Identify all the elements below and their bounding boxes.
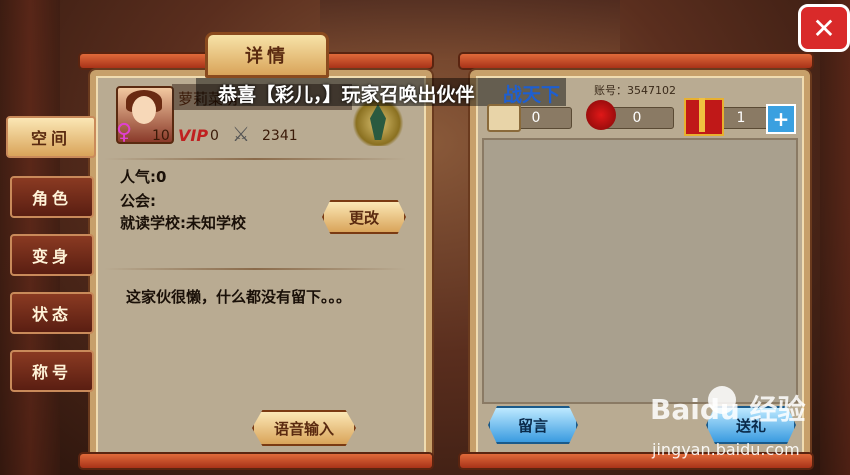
player-level: 10 — [152, 128, 170, 144]
tab-character[interactable]: 角色 — [10, 176, 94, 218]
change-button[interactable]: 更改 — [322, 200, 406, 234]
announcement-highlight[interactable]: 战天下 — [503, 80, 560, 107]
rose-icon — [586, 100, 616, 130]
scroll-icon — [487, 104, 521, 132]
message-list[interactable] — [482, 138, 798, 404]
close-icon: ✕ — [812, 11, 836, 45]
leave-message-button[interactable]: 留言 — [488, 406, 578, 444]
left-panel-bottom-bar — [80, 454, 432, 468]
panel-title: 详情 — [205, 32, 329, 78]
vip-level: 0 — [210, 128, 219, 144]
popularity: 人气:0 — [120, 168, 167, 186]
school: 就读学校:未知学校 — [120, 214, 246, 232]
signature-text: 这家伙很懒，什么都没有留下。。。 — [126, 288, 352, 306]
guild: 公会: — [120, 192, 156, 210]
voice-input-button[interactable]: 语音输入 — [252, 410, 356, 446]
sword-icon: ⚔ — [232, 122, 250, 146]
right-panel-top-bar — [460, 54, 812, 68]
combat-power: 2341 — [262, 128, 298, 144]
close-button[interactable]: ✕ — [798, 4, 850, 52]
watermark-brand: Baidu 经验 — [650, 393, 806, 426]
tab-space[interactable]: 空间 — [6, 116, 96, 158]
plus-icon[interactable]: + — [766, 104, 796, 134]
tab-transform[interactable]: 变身 — [10, 234, 94, 276]
female-icon: ♀ — [116, 120, 133, 145]
account-id: 账号：3547102 — [594, 84, 676, 97]
divider — [104, 268, 406, 270]
vip-label: VIP — [178, 126, 209, 145]
watermark-url: jingyan.baidu.com — [652, 440, 800, 459]
tab-status[interactable]: 状态 — [10, 292, 94, 334]
tab-title[interactable]: 称号 — [10, 350, 94, 392]
bg-pillar-right — [820, 0, 850, 475]
announcement-text: 恭喜【彩儿，】玩家召唤出伙伴 — [218, 84, 475, 106]
bg-roof — [320, 0, 620, 60]
divider — [104, 158, 406, 160]
